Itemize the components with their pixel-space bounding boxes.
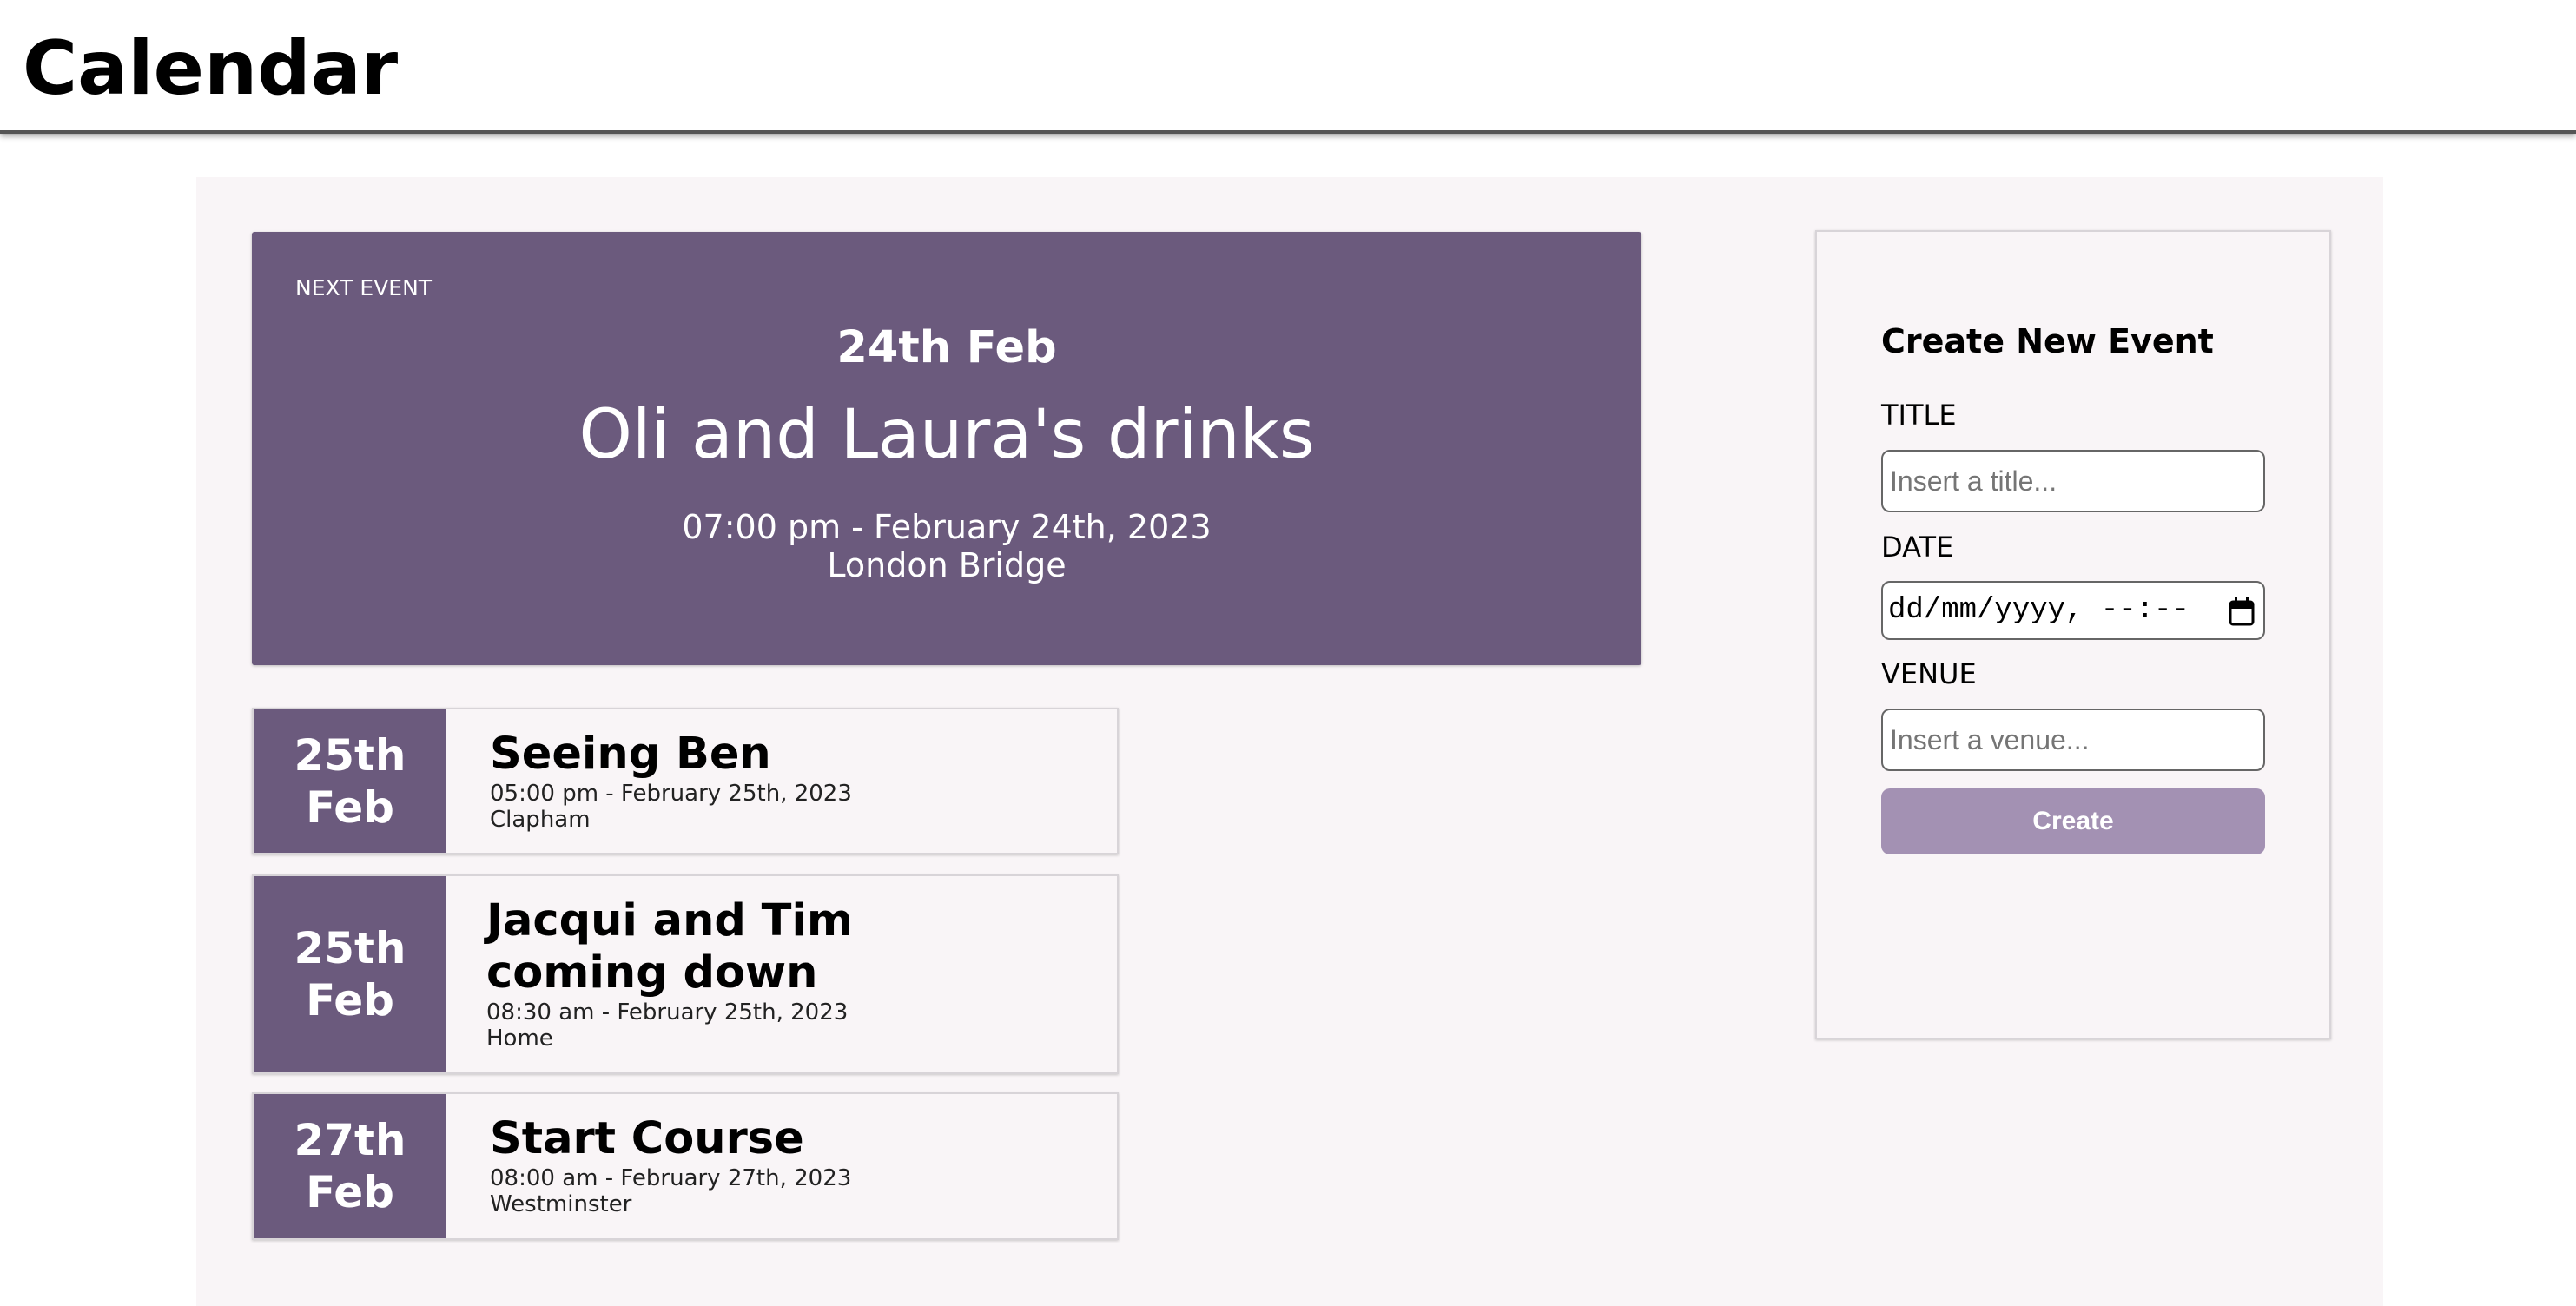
next-event-label: NEXT EVENT xyxy=(295,275,433,300)
form-heading: Create New Event xyxy=(1881,322,2214,360)
event-time: 05:00 pm - February 25th, 2023 xyxy=(490,781,852,807)
event-title: Seeing Ben xyxy=(490,729,771,780)
venue-input[interactable] xyxy=(1881,709,2265,771)
venue-label: VENUE xyxy=(1881,657,1977,690)
event-day: 25th xyxy=(294,729,406,781)
event-month: Feb xyxy=(306,1167,394,1217)
event-title: Jacqui and Tim coming down xyxy=(486,895,854,999)
next-event-venue: London Bridge xyxy=(827,546,1067,584)
event-day: 25th xyxy=(294,923,406,973)
title-input[interactable] xyxy=(1881,450,2265,512)
event-month: Feb xyxy=(306,782,394,833)
event-date-badge: 25th Feb xyxy=(254,876,446,1072)
event-time: 08:00 am - February 27th, 2023 xyxy=(490,1165,852,1191)
calendar-icon[interactable] xyxy=(2229,597,2255,626)
create-button[interactable]: Create xyxy=(1881,788,2265,854)
app-header: Calendar xyxy=(0,0,2576,134)
date-input[interactable]: dd/mm/yyyy, --:-- xyxy=(1881,581,2265,640)
event-venue: Clapham xyxy=(490,807,591,833)
event-date-badge: 25th Feb xyxy=(254,709,446,853)
event-time: 08:30 am - February 25th, 2023 xyxy=(486,999,849,1026)
event-card[interactable]: 25th Feb Jacqui and Tim coming down 08:3… xyxy=(252,874,1119,1074)
date-input-value: dd/mm/yyyy, --:-- xyxy=(1888,594,2190,627)
title-label: TITLE xyxy=(1881,399,1957,432)
event-day: 27th xyxy=(294,1115,406,1165)
next-event-time: 07:00 pm - February 24th, 2023 xyxy=(682,508,1212,546)
date-label: DATE xyxy=(1881,531,1954,564)
event-card[interactable]: 25th Feb Seeing Ben 05:00 pm - February … xyxy=(252,708,1119,854)
event-venue: Westminster xyxy=(490,1191,632,1217)
next-event-banner[interactable]: NEXT EVENT 24th Feb Oli and Laura's drin… xyxy=(252,232,1641,665)
page-title: Calendar xyxy=(23,25,399,112)
next-event-title: Oli and Laura's drinks xyxy=(578,396,1315,474)
event-month: Feb xyxy=(306,975,394,1026)
next-event-date: 24th Feb xyxy=(836,322,1057,373)
event-date-badge: 27th Feb xyxy=(254,1094,446,1238)
event-title: Start Course xyxy=(490,1113,804,1164)
event-card[interactable]: 27th Feb Start Course 08:00 am - Februar… xyxy=(252,1092,1119,1240)
create-event-form: Create New Event TITLE DATE dd/mm/yyyy, … xyxy=(1815,230,2331,1039)
event-venue: Home xyxy=(486,1026,553,1052)
